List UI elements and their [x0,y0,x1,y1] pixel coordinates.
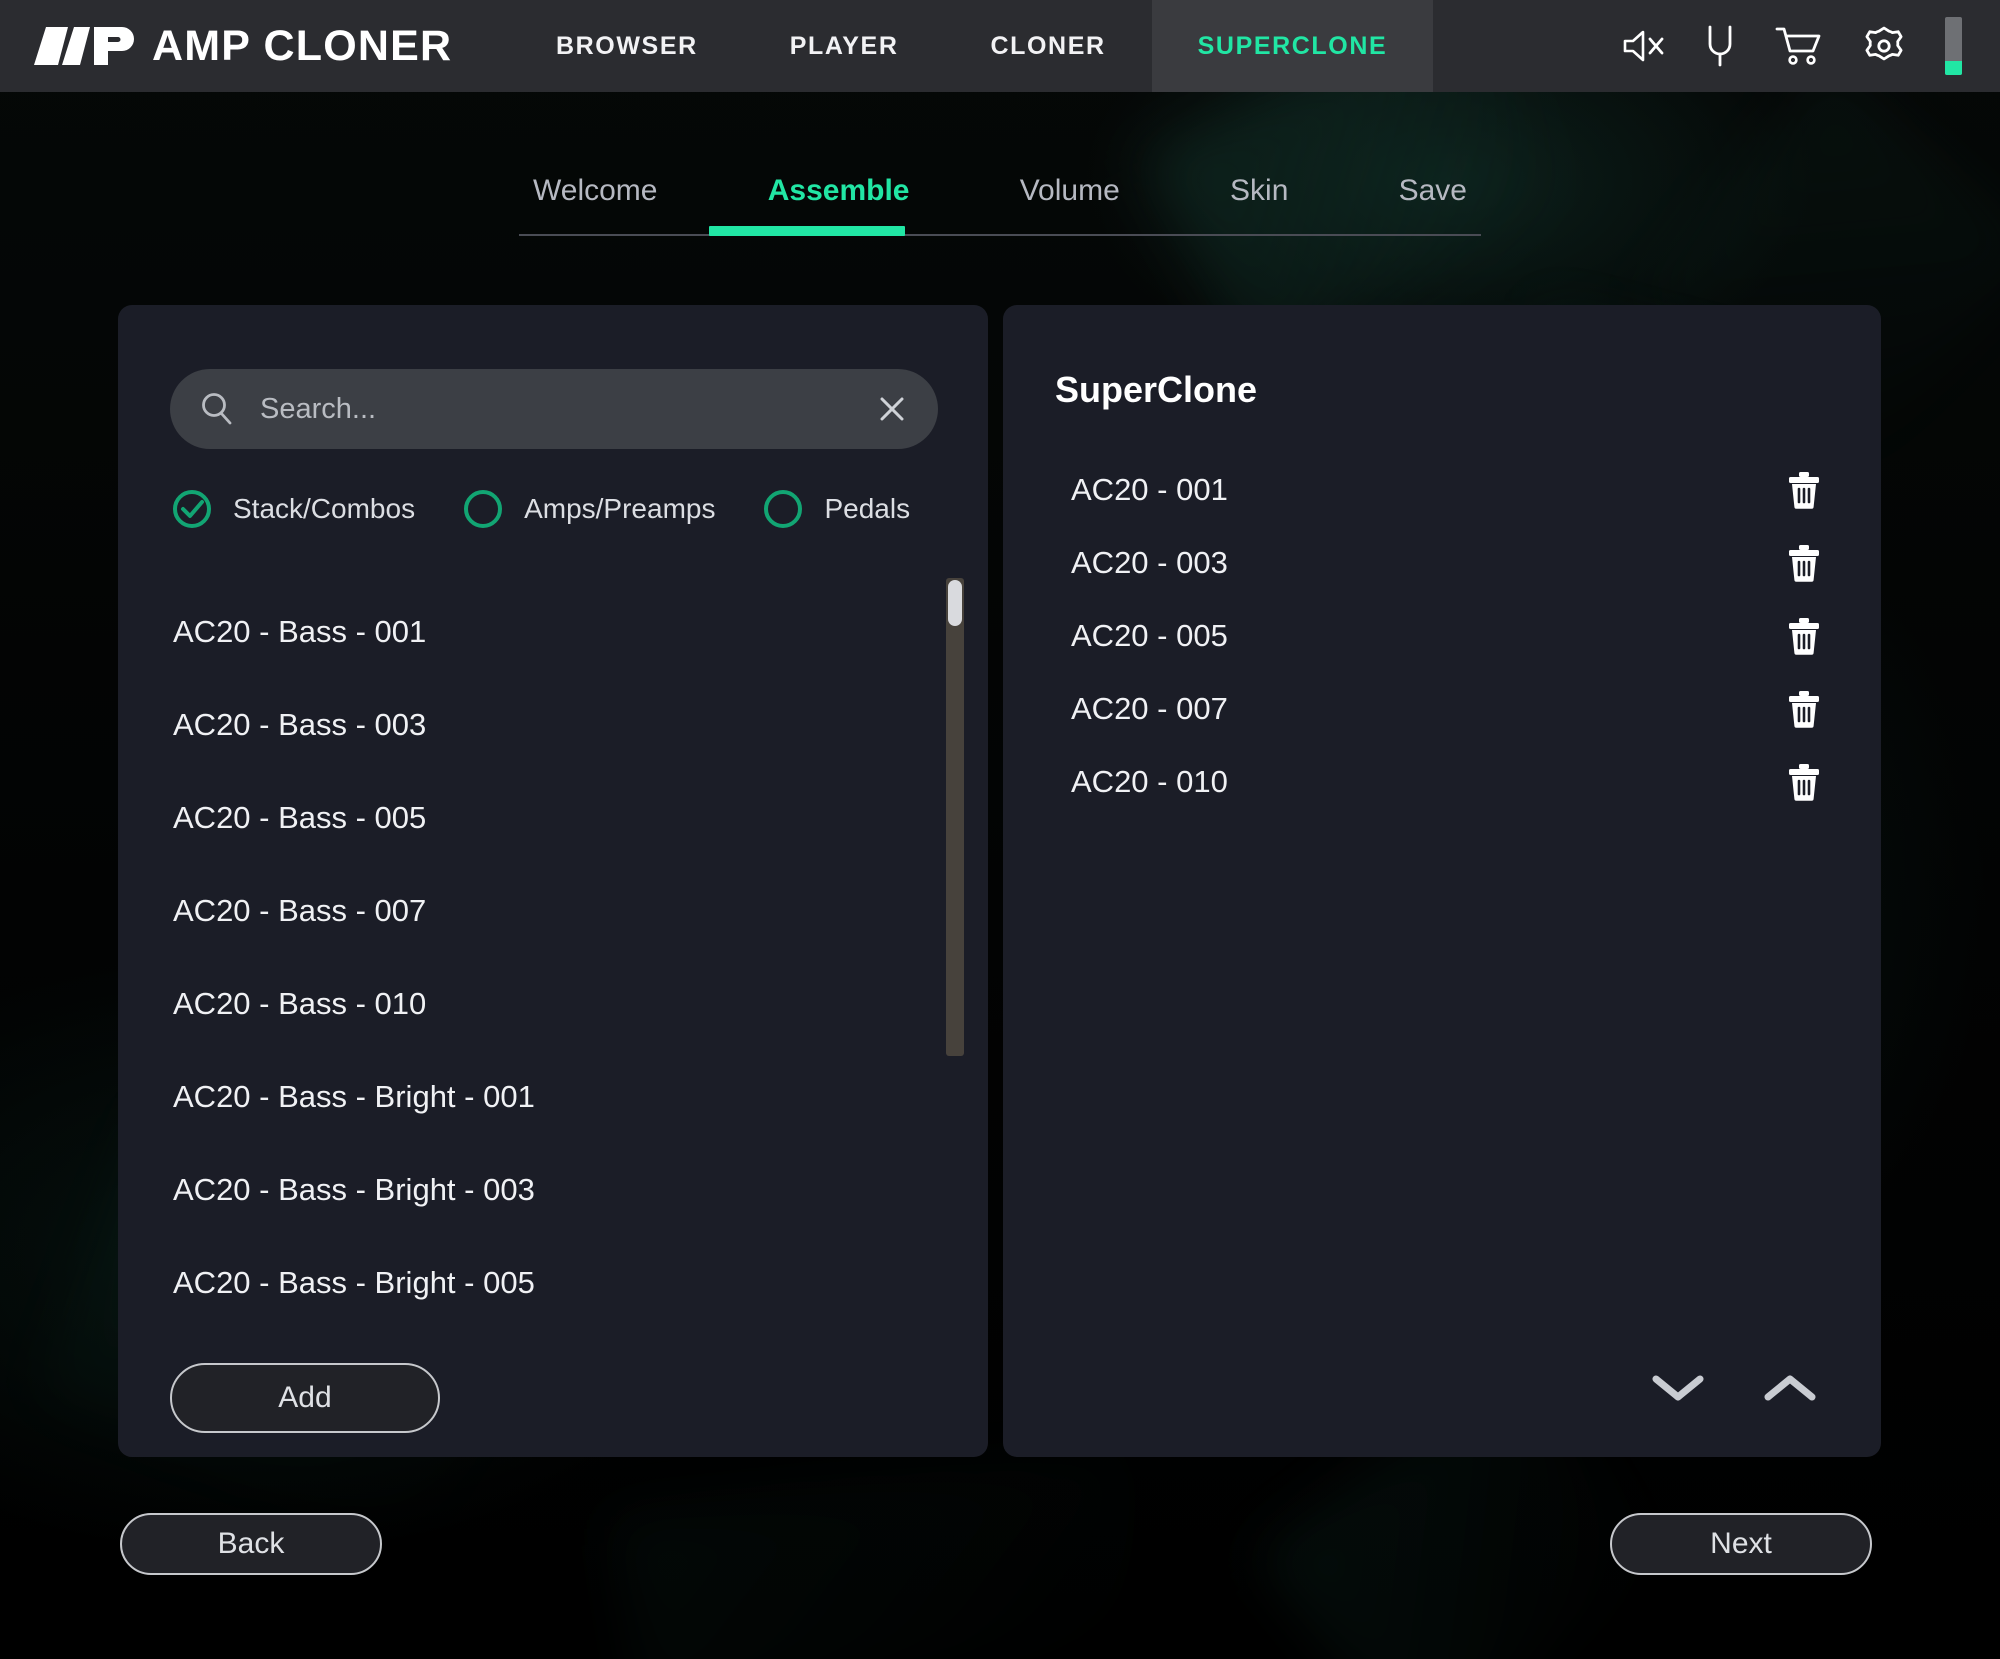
amp-logo-icon [34,25,138,67]
main-nav: BROWSER PLAYER CLONER SUPERCLONE [510,0,1621,92]
tuning-fork-icon[interactable] [1705,24,1735,68]
back-button[interactable]: Back [120,1513,382,1575]
radio-checked-icon [170,487,214,531]
superclone-item-label: AC20 - 003 [1071,545,1787,581]
superclone-row[interactable]: AC20 - 003 [1003,526,1881,599]
nav-item-cloner[interactable]: CLONER [944,0,1151,92]
superclone-row[interactable]: AC20 - 001 [1003,453,1881,526]
add-button[interactable]: Add [170,1363,440,1433]
radio-unchecked-icon [761,487,805,531]
tab-welcome[interactable]: Welcome [533,174,657,212]
superclone-row[interactable]: AC20 - 007 [1003,672,1881,745]
trash-icon[interactable] [1787,544,1821,582]
tab-volume[interactable]: Volume [1020,174,1120,212]
list-item[interactable]: AC20 - Bass - 007 [173,864,988,957]
list-item[interactable]: AC20 - Bass - 005 [173,771,988,864]
preset-list: AC20 - Bass - 001 AC20 - Bass - 003 AC20… [118,567,988,1327]
nav-item-browser[interactable]: BROWSER [510,0,744,92]
speaker-mute-icon[interactable] [1621,26,1665,66]
sub-tab-bar: Welcome Assemble Volume Skin Save [519,150,1481,240]
filter-label: Pedals [824,493,910,525]
filter-pedals[interactable]: Pedals [761,487,910,531]
list-item[interactable]: AC20 - Bass - Bright - 003 [173,1143,988,1236]
background-shape [609,1445,1152,1659]
level-meter-icon [1945,17,1962,75]
filter-stack-combos[interactable]: Stack/Combos [170,487,415,531]
superclone-row[interactable]: AC20 - 005 [1003,599,1881,672]
top-navigation-bar: AMP CLONER BROWSER PLAYER CLONER SUPERCL… [0,0,2000,92]
superclone-panel: SuperClone AC20 - 001 AC20 - 003 [1003,305,1881,1457]
superclone-item-label: AC20 - 007 [1071,691,1787,727]
chevron-down-icon[interactable] [1651,1371,1705,1405]
filter-label: Stack/Combos [233,493,415,525]
app-title: AMP CLONER [152,22,452,71]
filter-amps-preamps[interactable]: Amps/Preamps [461,487,715,531]
app-logo[interactable]: AMP CLONER [0,0,500,92]
list-item[interactable]: AC20 - Bass - 010 [173,957,988,1050]
next-button[interactable]: Next [1610,1513,1872,1575]
reorder-controls [1651,1371,1817,1405]
active-tab-indicator [709,226,905,236]
list-item[interactable]: AC20 - Bass - 003 [173,678,988,771]
panel-title: SuperClone [1055,369,1257,411]
search-bar[interactable] [170,369,938,449]
scrollbar-thumb[interactable] [948,580,962,626]
browser-panel: Stack/Combos Amps/Preamps Pedals AC20 - … [118,305,988,1457]
tab-skin[interactable]: Skin [1230,174,1288,212]
list-item[interactable]: AC20 - Bass - 001 [173,585,988,678]
superclone-item-label: AC20 - 010 [1071,764,1787,800]
superclone-row[interactable]: AC20 - 010 [1003,745,1881,818]
close-icon[interactable] [874,391,910,427]
filter-label: Amps/Preamps [524,493,715,525]
topbar-icon-group [1621,0,2000,92]
tab-save[interactable]: Save [1399,174,1467,212]
category-filter-group: Stack/Combos Amps/Preamps Pedals [170,487,910,531]
list-scrollbar[interactable] [946,578,964,1056]
trash-icon[interactable] [1787,471,1821,509]
shopping-cart-icon[interactable] [1775,25,1823,67]
trash-icon[interactable] [1787,690,1821,728]
trash-icon[interactable] [1787,763,1821,801]
list-item[interactable]: AC20 - Bass - Bright - 005 [173,1236,988,1327]
radio-unchecked-icon [461,487,505,531]
app-window: AMP CLONER BROWSER PLAYER CLONER SUPERCL… [0,0,2000,1659]
gear-icon[interactable] [1863,25,1905,67]
tab-divider [519,234,1481,236]
tab-assemble[interactable]: Assemble [768,174,910,212]
superclone-item-label: AC20 - 005 [1071,618,1787,654]
superclone-item-label: AC20 - 001 [1071,472,1787,508]
superclone-list: AC20 - 001 AC20 - 003 [1003,453,1881,818]
chevron-up-icon[interactable] [1763,1371,1817,1405]
trash-icon[interactable] [1787,617,1821,655]
nav-item-player[interactable]: PLAYER [744,0,945,92]
search-input[interactable] [260,393,864,426]
list-item[interactable]: AC20 - Bass - Bright - 001 [173,1050,988,1143]
search-icon [198,390,236,428]
nav-item-superclone[interactable]: SUPERCLONE [1152,0,1434,92]
